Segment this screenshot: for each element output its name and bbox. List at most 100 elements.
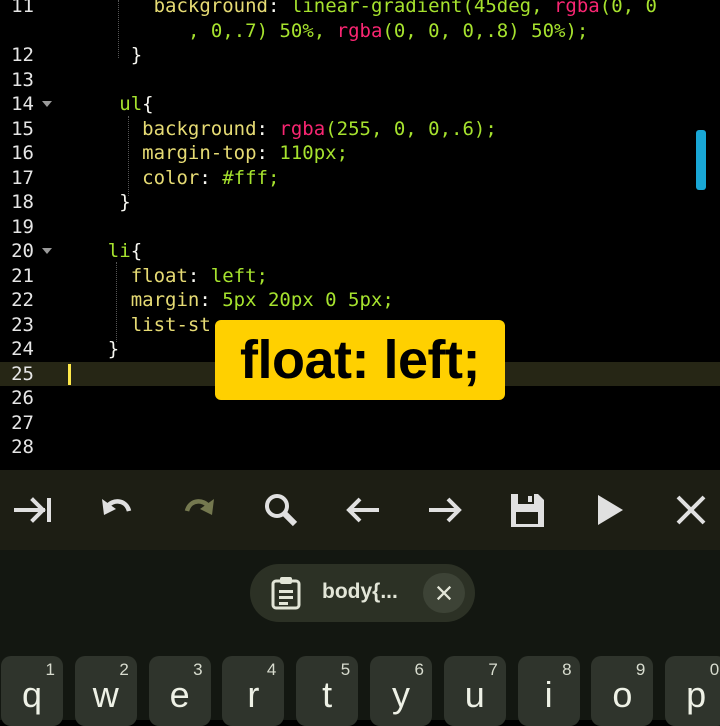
line-gutter: 17: [0, 166, 62, 191]
code-text: ul{: [119, 92, 153, 116]
key-letter: r: [247, 674, 260, 715]
code-line[interactable]: 12}: [0, 43, 720, 68]
line-gutter: 25: [0, 362, 62, 387]
line-number: 13: [11, 68, 34, 91]
code-token: :: [187, 264, 211, 287]
code-token: margin-top: [142, 142, 257, 164]
code-line[interactable]: 21 float: left;: [0, 264, 720, 289]
code-token: {: [130, 240, 143, 262]
code-line[interactable]: 16 margin-top: 110px;: [0, 141, 720, 166]
arrow-left-button[interactable]: [338, 485, 388, 535]
clipboard-dismiss-button[interactable]: [423, 573, 465, 613]
line-number: 26: [11, 387, 34, 409]
line-number: 20: [11, 240, 34, 262]
code-line[interactable]: 22 margin: 5px 20px 0 5px;: [0, 288, 720, 313]
code-token: :: [199, 289, 223, 311]
code-token: left;: [210, 264, 268, 287]
fold-toggle-icon[interactable]: [42, 248, 52, 254]
undo-icon: [102, 499, 132, 515]
line-gutter: 22: [0, 288, 62, 313]
code-token: li: [107, 240, 131, 262]
key-i[interactable]: 8i: [517, 656, 580, 726]
line-number: 28: [11, 436, 34, 458]
line-gutter: 15: [0, 117, 62, 142]
code-line[interactable]: , 0,.7) 50%, rgba(0, 0, 0,.8) 50%);: [0, 19, 720, 44]
code-line[interactable]: 18}: [0, 190, 720, 215]
line-gutter: 24: [0, 337, 62, 362]
code-token: (255, 0, 0,.6);: [325, 117, 497, 140]
line-gutter: 28: [0, 435, 62, 460]
code-token: (0, 0, 0,.8) 50%);: [382, 19, 589, 42]
key-y[interactable]: 6y: [370, 656, 432, 726]
line-number: 11: [11, 0, 34, 17]
code-token: :: [256, 117, 280, 140]
arrow-left-icon: [346, 497, 379, 523]
code-line[interactable]: 15 background: rgba(255, 0, 0,.6);: [0, 117, 720, 142]
key-letter: p: [686, 674, 707, 715]
tab-indent-icon: [14, 497, 51, 523]
search-icon: [265, 494, 298, 527]
line-gutter: 11: [0, 0, 62, 19]
line-gutter: 27: [0, 411, 62, 436]
code-token: rgba: [553, 0, 600, 17]
key-w[interactable]: 2w: [74, 656, 137, 726]
key-u[interactable]: 7u: [443, 656, 506, 726]
code-line[interactable]: 20 li{: [0, 239, 720, 264]
code-text: }: [108, 337, 119, 361]
code-text: color: #fff;: [142, 166, 279, 190]
key-t[interactable]: 5t: [296, 656, 359, 726]
code-token: :: [256, 142, 280, 164]
code-line[interactable]: 14 ul{: [0, 92, 720, 117]
code-line[interactable]: 17 color: #fff;: [0, 166, 720, 191]
clipboard-suggestion-chip[interactable]: body{...: [250, 564, 475, 622]
key-r[interactable]: 4r: [222, 656, 285, 726]
line-gutter: 13: [0, 68, 62, 93]
code-line[interactable]: 13: [0, 68, 720, 93]
fold-toggle-icon[interactable]: [42, 101, 52, 107]
save-button[interactable]: [502, 485, 552, 535]
line-gutter: 14: [0, 92, 62, 117]
key-letter: w: [92, 674, 119, 715]
key-letter: y: [392, 674, 410, 715]
undo-button[interactable]: [92, 485, 142, 535]
line-number: 14: [11, 93, 34, 115]
code-token: #fff;: [222, 166, 280, 189]
run-button[interactable]: [584, 485, 634, 535]
code-token: background: [142, 117, 257, 140]
run-icon: [598, 495, 623, 525]
line-number: 19: [11, 215, 34, 238]
scrollbar-thumb[interactable]: [696, 130, 706, 190]
line-gutter: 26: [0, 386, 62, 411]
close-button[interactable]: [666, 485, 716, 535]
code-text: background: linear-gradient(45deg, rgba(…: [154, 0, 657, 18]
key-p[interactable]: 0p: [665, 656, 720, 726]
code-token: :: [199, 166, 223, 189]
key-letter: t: [322, 674, 333, 715]
code-line[interactable]: 11 background: linear-gradient(45deg, rgb…: [0, 0, 720, 19]
code-token: 5px 20px 0 5px;: [222, 289, 394, 311]
code-line[interactable]: 28: [0, 435, 720, 460]
redo-button[interactable]: [174, 485, 224, 535]
key-q[interactable]: 1q: [1, 656, 63, 726]
arrow-right-button[interactable]: [420, 485, 470, 535]
caption-text: float: left;: [240, 330, 480, 390]
key-e[interactable]: 3e: [148, 656, 211, 726]
key-letter: u: [464, 674, 485, 715]
code-line[interactable]: 19: [0, 215, 720, 240]
save-icon: [511, 494, 544, 527]
search-button[interactable]: [256, 485, 306, 535]
arrow-right-icon: [429, 497, 462, 523]
code-token: }: [107, 338, 120, 360]
close-icon: [676, 495, 706, 525]
line-number: 23: [11, 313, 34, 336]
redo-icon: [184, 499, 214, 515]
line-gutter: 23: [0, 313, 62, 338]
code-line[interactable]: 27: [0, 411, 720, 436]
line-number: 24: [11, 338, 34, 360]
code-token: background: [153, 0, 268, 17]
soft-keyboard: body{... 1q2w3e4r5t6y7u8i9o0p: [0, 550, 720, 726]
key-o[interactable]: 9o: [591, 656, 654, 726]
code-token: 110px;: [279, 142, 349, 164]
tab-indent-button[interactable]: [9, 485, 59, 535]
line-number: 27: [11, 411, 34, 434]
